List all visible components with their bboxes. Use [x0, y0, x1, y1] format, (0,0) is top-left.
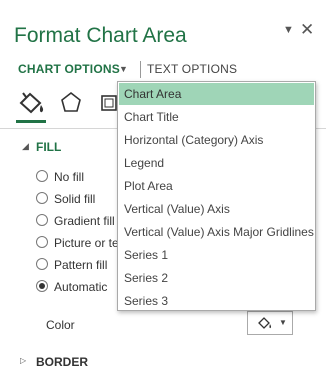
close-icon[interactable]: ✕: [300, 21, 314, 38]
tab-text-options[interactable]: TEXT OPTIONS: [147, 62, 237, 76]
dropdown-item-chart-area[interactable]: Chart Area: [119, 83, 314, 105]
radio-no-fill[interactable]: [36, 170, 48, 182]
pane-title: Format Chart Area: [14, 24, 187, 47]
dropdown-item-series-1[interactable]: Series 1: [119, 244, 314, 266]
radio-automatic[interactable]: [36, 280, 48, 292]
dropdown-item-chart-title[interactable]: Chart Title: [119, 106, 314, 128]
fill-section-header[interactable]: FILL: [36, 140, 61, 154]
chevron-down-icon[interactable]: ▼: [119, 64, 128, 74]
effects-icon[interactable]: [58, 88, 84, 120]
radio-label-pattern-fill[interactable]: Pattern fill: [54, 258, 107, 272]
paint-bucket-icon: [257, 315, 273, 336]
size-properties-icon[interactable]: [99, 88, 119, 120]
expand-icon[interactable]: ▷: [20, 356, 26, 365]
pin-icon[interactable]: ▼: [283, 24, 294, 36]
border-section-header[interactable]: BORDER: [36, 355, 88, 369]
active-tab-indicator: [16, 120, 46, 123]
radio-label-gradient-fill[interactable]: Gradient fill: [54, 214, 115, 228]
dropdown-item-plot-area[interactable]: Plot Area: [119, 175, 314, 197]
dropdown-item-legend[interactable]: Legend: [119, 152, 314, 174]
radio-picture-fill[interactable]: [36, 236, 48, 248]
fill-line-icon[interactable]: [17, 88, 47, 120]
radio-gradient-fill[interactable]: [36, 214, 48, 226]
tab-chart-options[interactable]: CHART OPTIONS: [18, 62, 120, 76]
radio-label-picture-fill[interactable]: Picture or te: [54, 236, 119, 250]
chevron-down-icon: ▼: [279, 318, 287, 327]
radio-solid-fill[interactable]: [36, 192, 48, 204]
dropdown-item-series-2[interactable]: Series 2: [119, 267, 314, 289]
radio-label-solid-fill[interactable]: Solid fill: [54, 192, 95, 206]
dropdown-item-series-3[interactable]: Series 3: [119, 290, 314, 312]
chart-element-dropdown: Chart Area Chart Title Horizontal (Categ…: [117, 81, 316, 311]
collapse-icon[interactable]: ◢: [22, 141, 29, 152]
radio-pattern-fill[interactable]: [36, 258, 48, 270]
radio-label-automatic[interactable]: Automatic: [54, 280, 107, 294]
color-label: Color: [46, 318, 75, 332]
tab-divider: [140, 61, 141, 78]
dropdown-item-vertical-axis-gridlines[interactable]: Vertical (Value) Axis Major Gridlines: [119, 221, 314, 243]
dropdown-item-horizontal-axis[interactable]: Horizontal (Category) Axis: [119, 129, 314, 151]
dropdown-item-vertical-axis[interactable]: Vertical (Value) Axis: [119, 198, 314, 220]
color-picker-button[interactable]: ▼: [247, 311, 293, 335]
radio-label-no-fill[interactable]: No fill: [54, 170, 84, 184]
